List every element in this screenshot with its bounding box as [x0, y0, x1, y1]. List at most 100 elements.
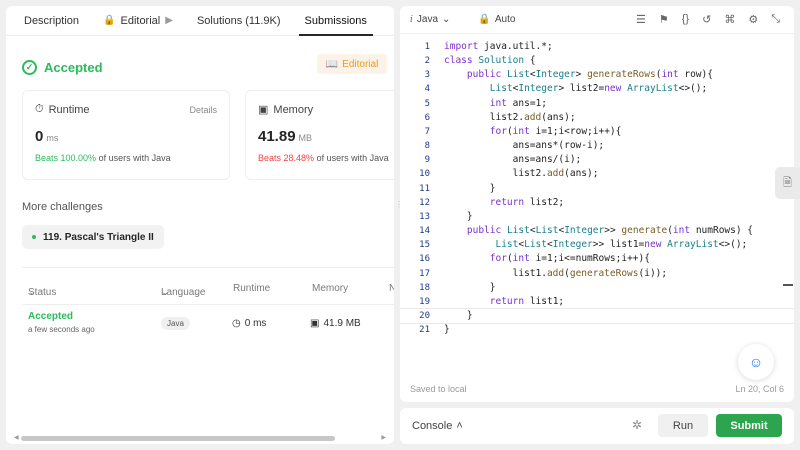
code-line[interactable]: 14 public List<List<Integer>> generate(i…: [400, 224, 794, 238]
row-language-badge: Java: [161, 317, 190, 330]
code-line[interactable]: 20 }: [400, 307, 794, 325]
code-line[interactable]: 3 public List<Integer> generateRows(int …: [400, 68, 794, 82]
braces-icon[interactable]: {}: [682, 13, 689, 26]
scroll-right-icon[interactable]: ▶: [381, 434, 386, 441]
table-header: Status ⌄ Language ⌄ Runtime Memory N: [6, 279, 394, 303]
auto-mode-label: Auto: [494, 14, 516, 25]
chat-icon[interactable]: ☺: [738, 344, 774, 380]
document-icon[interactable]: 🗎: [775, 167, 800, 199]
tab-submissions[interactable]: Submissions: [293, 6, 379, 36]
bookmark-icon[interactable]: ⚑: [659, 13, 669, 26]
runtime-details-link[interactable]: Details: [189, 105, 217, 115]
code-line[interactable]: 13 }: [400, 210, 794, 224]
code-line[interactable]: 9 ans=ans/(i);: [400, 153, 794, 167]
code-text[interactable]: ans=ans*(row-i);: [444, 139, 605, 153]
editor-panel: i Java ⌄ 🔒 Auto ☰ ⚑ {} ↺ ⌘ ⚙ ⤡ 1 import j…: [400, 6, 794, 402]
code-text[interactable]: class Solution {: [444, 54, 536, 68]
code-text[interactable]: import java.util.*;: [444, 40, 553, 54]
code-line[interactable]: 17 list1.add(generateRows(i));: [400, 267, 794, 281]
code-text[interactable]: }: [444, 323, 450, 337]
code-line[interactable]: 12 return list2;: [400, 196, 794, 210]
scroll-left-icon[interactable]: ◀: [14, 434, 19, 441]
tab-bar: Description 🔒 Editorial ▶ Solutions (11.…: [6, 6, 394, 36]
chevron-down-icon: ⌄: [28, 287, 37, 298]
code-line[interactable]: 18 }: [400, 281, 794, 295]
code-text[interactable]: List<List<Integer>> list1=new ArrayList<…: [444, 238, 747, 252]
collapse-icon[interactable]: ⤡: [771, 13, 780, 26]
chevron-down-icon: ⌄: [161, 287, 170, 298]
chip-icon: ▣: [258, 104, 269, 116]
code-text[interactable]: }: [444, 210, 473, 224]
code-line[interactable]: 21}: [400, 323, 794, 337]
code-line[interactable]: 4 List<Integer> list2=new ArrayList<>();: [400, 82, 794, 96]
code-text[interactable]: }: [444, 182, 496, 196]
code-line[interactable]: 2 class Solution {: [400, 54, 794, 68]
code-text[interactable]: for(int i=1;i<=numRows;i++){: [444, 252, 650, 266]
code-text[interactable]: }: [444, 309, 473, 323]
code-text[interactable]: list1.add(generateRows(i));: [444, 267, 667, 281]
reset-icon[interactable]: ↺: [702, 13, 711, 26]
chevron-up-icon: ˄: [456, 420, 463, 432]
code-text[interactable]: }: [444, 281, 496, 295]
memory-beats-suffix: of users with Java: [316, 153, 389, 163]
line-number: 17: [419, 268, 430, 279]
debug-icon[interactable]: ✲: [632, 418, 642, 432]
runtime-card[interactable]: ⏱ Runtime Details 0 ms Beats 100.00% of us…: [22, 90, 230, 180]
code-text[interactable]: public List<List<Integer>> generate(int …: [444, 224, 753, 238]
horizontal-scrollbar[interactable]: ◀ ▶: [14, 434, 386, 441]
code-line[interactable]: 10 list2.add(ans);: [400, 167, 794, 181]
shortcuts-icon[interactable]: ⌘: [724, 13, 735, 26]
line-number: 8: [424, 141, 430, 152]
code-text[interactable]: list2.add(ans);: [444, 111, 576, 125]
settings-icon[interactable]: ⚙: [748, 13, 758, 26]
code-line[interactable]: 11 }: [400, 182, 794, 196]
tab-editorial[interactable]: 🔒 Editorial ▶: [91, 6, 185, 36]
accepted-label: Accepted: [44, 59, 103, 75]
submit-button[interactable]: Submit: [716, 414, 782, 437]
code-text[interactable]: public List<Integer> generateRows(int ro…: [444, 68, 713, 82]
tab-solutions[interactable]: Solutions (11.9K): [185, 6, 293, 36]
code-text[interactable]: for(int i=1;i<row;i++){: [444, 125, 622, 139]
code-line[interactable]: 8 ans=ans*(row-i);: [400, 139, 794, 153]
code-line[interactable]: 16 for(int i=1;i<=numRows;i++){: [400, 252, 794, 266]
memory-card[interactable]: ▣ Memory 41.89 MB Beats 28.48% of users wi…: [245, 90, 394, 180]
code-editor[interactable]: 1 import java.util.*; 2 class Solution {3 p…: [400, 40, 794, 337]
tab-editorial-label: Editorial: [120, 14, 161, 27]
tab-submissions-label: Submissions: [304, 14, 367, 27]
code-text[interactable]: int ans=1;: [444, 97, 547, 111]
editorial-button[interactable]: 📖 Editorial: [317, 54, 387, 74]
code-text[interactable]: List<Integer> list2=new ArrayList<>();: [444, 82, 707, 96]
chip-icon: ▣: [310, 318, 320, 329]
code-line[interactable]: 5 int ans=1;: [400, 97, 794, 111]
code-text[interactable]: return list1;: [444, 295, 564, 309]
scrollbar-thumb[interactable]: [21, 436, 335, 441]
auto-mode[interactable]: 🔒 Auto: [478, 14, 515, 25]
run-button[interactable]: Run: [658, 414, 708, 437]
row-timestamp: a few seconds ago: [28, 325, 95, 334]
console-toggle[interactable]: Console ˄: [412, 420, 463, 432]
row-status-label[interactable]: Accepted: [28, 311, 95, 322]
language-select[interactable]: i Java ⌄: [410, 14, 450, 25]
tab-description[interactable]: Description: [12, 6, 91, 36]
code-line[interactable]: 15 List<List<Integer>> list1=new ArrayLi…: [400, 238, 794, 252]
row-memory-value: 41.9 MB: [323, 318, 361, 329]
header-memory: Memory: [312, 283, 349, 294]
cursor-position: Ln 20, Col 6: [735, 384, 784, 394]
lock-icon: 🔒: [478, 14, 491, 25]
code-line[interactable]: 6 list2.add(ans);: [400, 111, 794, 125]
line-number: 20: [419, 310, 430, 321]
memory-unit: MB: [298, 133, 313, 143]
code-line[interactable]: 7 for(int i=1;i<row;i++){: [400, 125, 794, 139]
code-text[interactable]: ans=ans/(i);: [444, 153, 582, 167]
format-icon[interactable]: ☰: [636, 13, 646, 26]
table-row[interactable]: Accepted a few seconds ago Java ◷ 0 ms ▣ 4…: [6, 306, 394, 342]
line-number: 7: [424, 126, 430, 137]
line-number: 4: [424, 84, 430, 95]
minimize-icon[interactable]: [783, 284, 793, 286]
code-line[interactable]: 1 import java.util.*;: [400, 40, 794, 54]
code-text[interactable]: list2.add(ans);: [444, 167, 599, 181]
code-line[interactable]: 19 return list1;: [400, 295, 794, 309]
code-text[interactable]: return list2;: [444, 196, 564, 210]
memory-beats-pct: Beats 28.48%: [258, 153, 315, 163]
challenge-item[interactable]: 119. Pascal's Triangle II: [22, 225, 164, 249]
